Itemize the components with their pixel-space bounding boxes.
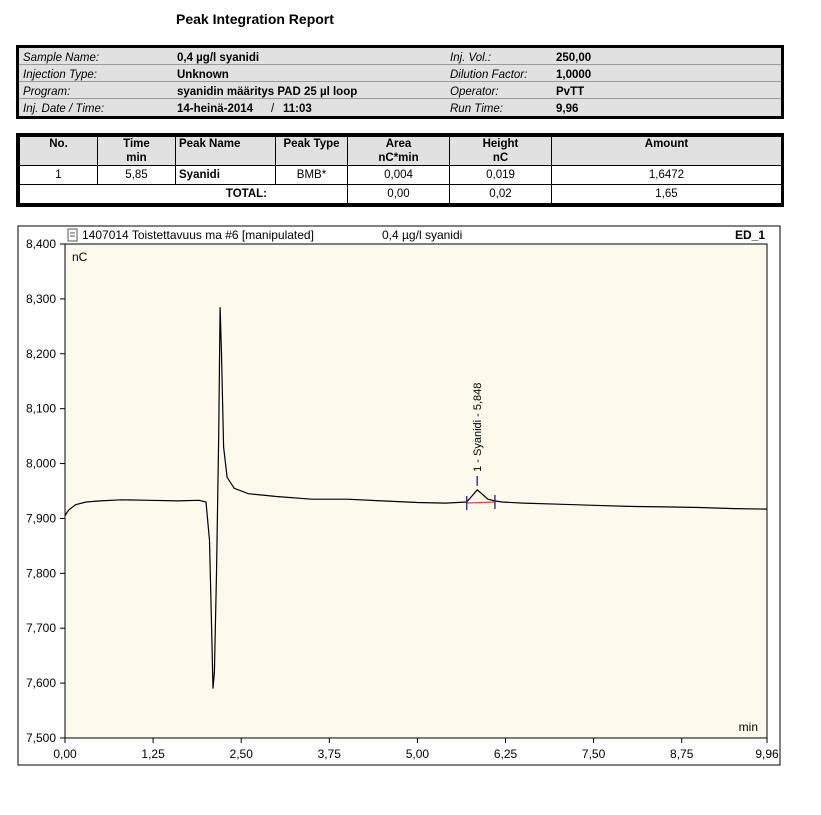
- chromatogram-chart: 1407014 Toistettavuus ma #6 [manipulated…: [17, 225, 781, 766]
- inj-time-separator: /: [271, 103, 275, 115]
- y-tick-label: 8,300: [26, 292, 56, 306]
- y-tick-label: 7,500: [26, 731, 56, 745]
- info-row-divider: [19, 98, 781, 99]
- program-label: Program:: [23, 86, 71, 98]
- header-area: Area nC*min: [347, 136, 450, 166]
- y-tick-label: 7,700: [26, 621, 56, 635]
- x-axis-unit-label: min: [739, 720, 758, 734]
- y-tick-label: 7,800: [26, 566, 56, 580]
- injection-type-label: Injection Type:: [23, 69, 97, 81]
- total-area: 0,00: [347, 184, 450, 204]
- inj-time-value: 11:03: [283, 103, 312, 115]
- cell-no: 1: [19, 165, 98, 185]
- x-tick-label: 7,50: [582, 747, 606, 761]
- cell-amount: 1,6472: [551, 165, 782, 185]
- sample-name-value: 0,4 µg/l syanidi: [177, 52, 260, 64]
- sample-name-label: Sample Name:: [23, 52, 100, 64]
- info-row-divider: [19, 64, 781, 65]
- x-tick-label: 5,00: [406, 747, 430, 761]
- inj-date-time-label: Inj. Date / Time:: [23, 103, 105, 115]
- cell-time: 5,85: [97, 165, 176, 185]
- dilution-factor-label: Dilution Factor:: [450, 69, 528, 81]
- y-tick-label: 8,100: [26, 402, 56, 416]
- x-tick-label: 0,00: [53, 747, 77, 761]
- y-tick-label: 8,400: [26, 237, 56, 251]
- cell-area: 0,004: [347, 165, 450, 185]
- chromatogram-panel: 1407014 Toistettavuus ma #6 [manipulated…: [0, 224, 821, 784]
- x-tick-label: 6,25: [494, 747, 518, 761]
- y-tick-label: 8,200: [26, 347, 56, 361]
- run-time-label: Run Time:: [450, 103, 503, 115]
- y-axis-unit-label: nC: [72, 250, 88, 264]
- total-amount: 1,65: [551, 184, 782, 204]
- x-tick-label: 1,25: [141, 747, 165, 761]
- inj-vol-label: Inj. Vol.:: [450, 52, 492, 64]
- header-no: No.: [19, 136, 98, 166]
- cell-peak-name: Syanidi: [175, 165, 276, 185]
- sample-info-panel: Sample Name: 0,4 µg/l syanidi Injection …: [16, 45, 784, 119]
- cell-height: 0,019: [449, 165, 552, 185]
- inj-date-value: 14-heinä-2014: [177, 103, 254, 115]
- chart-header-left: 1407014 Toistettavuus ma #6 [manipulated…: [82, 228, 314, 242]
- total-height: 0,02: [449, 184, 552, 204]
- header-time: Time min: [97, 136, 176, 166]
- program-value: syanidin määritys PAD 25 µl loop: [177, 86, 358, 98]
- run-time-value: 9,96: [556, 103, 579, 115]
- chart-header-center: 0,4 µg/l syanidi: [382, 228, 462, 242]
- x-tick-label: 9,96: [755, 747, 779, 761]
- dilution-factor-value: 1,0000: [556, 69, 592, 81]
- inj-vol-value: 250,00: [556, 52, 592, 64]
- table-row: 1 5,85 Syanidi BMB* 0,004 0,019 1,6472: [19, 165, 782, 185]
- operator-label: Operator:: [450, 86, 499, 98]
- header-peak-name: Peak Name: [175, 136, 276, 166]
- y-tick-label: 7,600: [26, 676, 56, 690]
- y-tick-label: 8,000: [26, 457, 56, 471]
- chart-header-right: ED_1: [735, 228, 765, 242]
- operator-value: PvTT: [556, 86, 585, 98]
- injection-type-value: Unknown: [177, 69, 229, 81]
- peak-label: 1 - Syanidi - 5,848: [472, 383, 484, 472]
- x-tick-label: 3,75: [318, 747, 342, 761]
- report-title: Peak Integration Report: [176, 11, 334, 27]
- x-tick-label: 2,50: [230, 747, 254, 761]
- header-amount: Amount: [551, 136, 782, 166]
- header-peak-type: Peak Type: [275, 136, 348, 166]
- plot-area: [64, 243, 768, 739]
- x-tick-label: 8,75: [670, 747, 694, 761]
- cell-peak-type: BMB*: [275, 165, 348, 185]
- total-label: TOTAL:: [19, 184, 348, 204]
- y-tick-label: 7,900: [26, 511, 56, 525]
- header-height: Height nC: [449, 136, 552, 166]
- info-row-divider: [19, 81, 781, 82]
- document-icon: [67, 228, 78, 242]
- total-row: TOTAL: 0,00 0,02 1,65: [19, 184, 782, 204]
- peak-results-table: No. Time min Peak Name Peak Type Area nC*m…: [16, 133, 784, 207]
- table-header-row: No. Time min Peak Name Peak Type Area nC*m…: [19, 136, 782, 166]
